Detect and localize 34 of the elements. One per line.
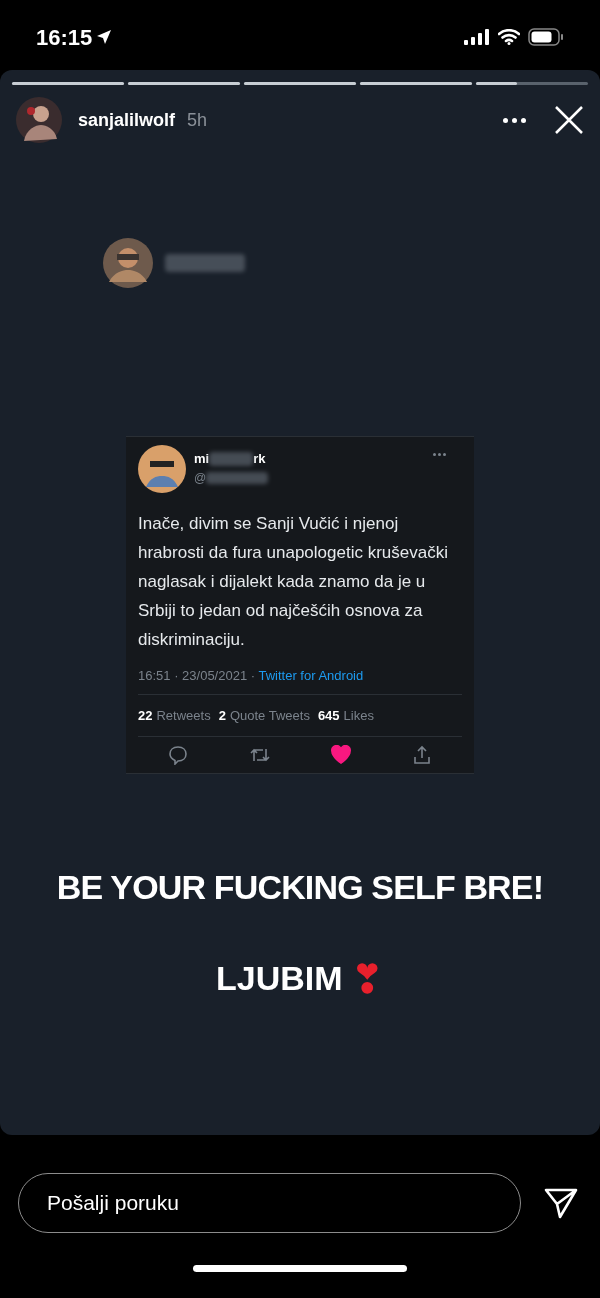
- tweet-avatar: [138, 445, 186, 493]
- stat-count: 22: [138, 706, 153, 725]
- tweet-more-icon[interactable]: [433, 453, 446, 456]
- tweet-handle: @: [194, 469, 207, 487]
- handle-redaction: [206, 471, 269, 484]
- tweet-text: Inače, divim se Sanji Vučić i njenoj hrabrosti da fura unapologetic kruševački naglasak i dijalekt kada znamo da je u Srbiji to jedan od najčešćih osnova za diskriminaciju.: [138, 513, 449, 651]
- send-icon[interactable]: [544, 1187, 578, 1219]
- caption-text: BE YOUR FUCKING SELF BRE!: [56, 867, 544, 908]
- location-arrow-icon: [96, 29, 113, 45]
- profile-avatar[interactable]: [16, 97, 62, 143]
- tweet-source-link[interactable]: Twitter for Android: [258, 668, 364, 683]
- username[interactable]: sanjalilwolf: [78, 106, 176, 134]
- heart-icon[interactable]: [331, 745, 352, 765]
- tweet-name: rk: [253, 450, 266, 468]
- message-input-field[interactable]: Pošalji poruku: [18, 1173, 521, 1233]
- stat-label: Retweets: [156, 706, 211, 725]
- name-redaction: [209, 451, 254, 466]
- battery-icon: [528, 28, 564, 46]
- close-icon[interactable]: [554, 105, 584, 135]
- blurred-avatar: [103, 238, 153, 288]
- stat-count: 2: [218, 706, 226, 725]
- stat-label: Quote Tweets: [229, 706, 310, 725]
- status-time: 16:15: [36, 23, 93, 52]
- post-age: 5h: [187, 108, 208, 132]
- heart-exclamation-emoji: ❣: [350, 958, 385, 999]
- share-icon[interactable]: [411, 745, 432, 765]
- tweet-name: mi: [194, 450, 210, 468]
- reply-icon[interactable]: [168, 745, 189, 765]
- stat-count: 645: [317, 706, 340, 725]
- tweet-timestamp: 16:51 · 23/05/2021 ·: [138, 668, 257, 683]
- stat-label: Likes: [343, 706, 374, 725]
- wifi-icon: [498, 29, 520, 45]
- caption-text: LJUBIM: [215, 958, 343, 999]
- signal-icon: [464, 29, 490, 45]
